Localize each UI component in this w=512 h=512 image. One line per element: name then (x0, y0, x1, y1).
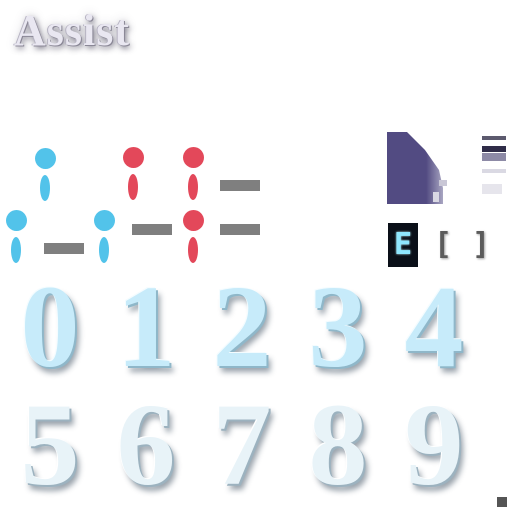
assist-title: Assist (14, 6, 131, 55)
pin-drop (99, 237, 109, 263)
right-bracket-icon: ] (471, 227, 491, 262)
sprite-atlas: Assist E [] 0 1 2 3 4 5 6 7 8 9 (0, 0, 512, 512)
blue-pin-icon (4, 210, 30, 266)
pin-dot (6, 210, 27, 231)
red-pin-icon (121, 147, 147, 203)
pin-dot (35, 148, 56, 169)
digit-2: 2 (212, 261, 272, 392)
gray-dash-icon (132, 224, 172, 235)
pin-dot (183, 210, 204, 231)
pin-dot (123, 147, 144, 168)
gray-dash-icon (44, 243, 84, 254)
blue-pin-icon (33, 148, 59, 204)
gray-dash-icon (220, 224, 260, 235)
digit-9: 9 (404, 379, 464, 510)
red-pin-icon (181, 147, 207, 203)
pin-dot (94, 210, 115, 231)
digit-7: 7 (212, 379, 272, 510)
purple-corner-icon (387, 132, 447, 204)
digit-0: 0 (20, 261, 80, 392)
digit-3: 3 (308, 261, 368, 392)
pin-drop (188, 174, 198, 200)
pin-dot (183, 147, 204, 168)
digit-4: 4 (404, 261, 464, 392)
gray-dash-icon (220, 180, 260, 191)
digit-6: 6 (116, 379, 176, 510)
digit-1: 1 (116, 261, 176, 392)
digit-5: 5 (20, 379, 80, 510)
pin-drop (188, 237, 198, 263)
pin-drop (11, 237, 21, 263)
dot-marker-icon (497, 497, 507, 507)
pin-drop (128, 174, 138, 200)
red-pin-icon (181, 210, 207, 266)
bar-icon (482, 136, 506, 194)
digit-8: 8 (308, 379, 368, 510)
pin-drop (40, 175, 50, 201)
blue-pin-icon (92, 210, 118, 266)
